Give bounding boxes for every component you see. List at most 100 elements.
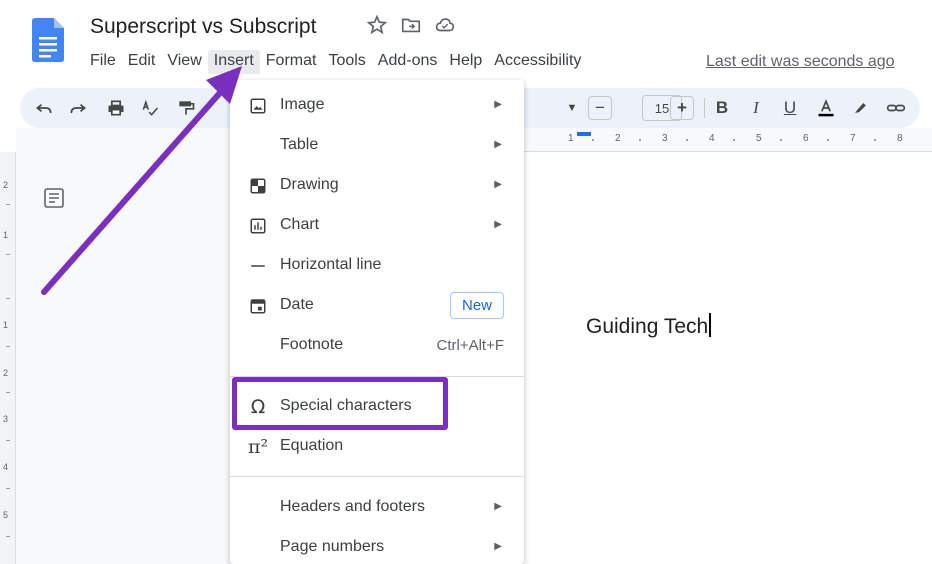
document-body-text[interactable]: Guiding Tech [586,313,712,339]
move-folder-icon[interactable] [400,14,422,36]
menu-item-label: Chart [280,216,320,233]
document-page[interactable] [520,152,932,564]
drawing-icon [248,176,268,196]
menu-item-image[interactable]: Image ▶ [230,86,524,126]
vruler-tick [6,392,10,393]
horizontal-line-icon [248,256,268,276]
vruler-tick [6,298,10,299]
ruler-indent-marker[interactable] [577,132,591,136]
italic-icon[interactable]: I [744,96,768,120]
vruler-number: 3 [3,414,9,424]
menu-item-label: Page numbers [280,538,385,555]
vertical-ruler: 2 1 1 2 3 4 5 [0,152,16,564]
annotation-highlight-box [232,377,448,430]
menu-help[interactable]: Help [443,50,488,74]
underline-icon[interactable]: U [778,96,802,120]
spellcheck-icon[interactable] [138,96,162,120]
menu-item-table[interactable]: Table ▶ [230,126,524,166]
vruler-tick [6,536,10,537]
ruler-number: 2 [615,133,621,144]
font-dropdown-arrow-icon[interactable]: ▼ [560,96,584,120]
menu-addons[interactable]: Add-ons [372,50,444,74]
ruler-dot [592,139,594,141]
vruler-number: 2 [3,368,9,378]
ruler-dot [874,139,876,141]
menu-item-drawing[interactable]: Drawing ▶ [230,166,524,206]
menu-bar: File Edit View Insert Format Tools Add-o… [84,50,587,74]
menu-item-page-numbers[interactable]: Page numbers ▶ [230,528,524,564]
increase-font-size-button[interactable]: + [670,96,694,120]
decrease-font-size-button[interactable]: − [588,96,612,120]
menu-format[interactable]: Format [260,50,323,74]
insert-menu-dropdown: Image ▶ Table ▶ Drawing ▶ Chart ▶ Horizo… [230,80,524,564]
ruler-number: 7 [850,133,856,144]
menu-item-label: Headers and footers [280,498,425,515]
menu-item-date[interactable]: Date New [230,286,524,326]
submenu-arrow-icon: ▶ [494,179,502,190]
vruler-tick [6,488,10,489]
submenu-arrow-icon: ▶ [494,541,502,552]
submenu-arrow-icon: ▶ [494,219,502,230]
menu-item-chart[interactable]: Chart ▶ [230,206,524,246]
ruler-number: 1 [568,133,574,144]
google-docs-logo-icon[interactable] [32,18,64,62]
menu-accessibility[interactable]: Accessibility [488,50,587,74]
text-cursor [709,313,712,337]
menu-edit[interactable]: Edit [122,50,162,74]
menu-item-label: Footnote [280,336,344,353]
menu-item-horizontal-line[interactable]: Horizontal line [230,246,524,286]
ruler-number: 6 [803,133,809,144]
ruler-number: 5 [756,133,762,144]
document-outline-icon[interactable] [42,186,66,210]
menu-item-footnote[interactable]: Footnote Ctrl+Alt+F [230,326,524,366]
vruler-tick [6,254,10,255]
pi-icon: π² [247,436,269,458]
highlight-color-icon[interactable] [848,96,872,120]
star-icon[interactable] [366,14,388,36]
text-color-icon[interactable] [814,96,838,120]
chart-icon [248,216,268,236]
calendar-icon [248,296,268,316]
last-edit-link[interactable]: Last edit was seconds ago [706,53,895,71]
undo-icon[interactable] [32,96,56,120]
menu-item-label: Horizontal line [280,256,382,273]
vruler-number: 5 [3,510,9,520]
menu-item-label: Image [280,96,325,113]
vruler-tick [6,204,10,205]
menu-item-label: Equation [280,437,344,454]
vruler-tick [6,346,10,347]
bold-icon[interactable]: B [710,96,734,120]
menu-item-label: Table [280,136,319,153]
menu-divider [230,476,524,477]
ruler-number: 3 [662,133,668,144]
menu-item-equation[interactable]: π² Equation [230,427,524,467]
new-badge: New [449,292,504,319]
ruler-dot [827,139,829,141]
menu-view[interactable]: View [161,50,207,74]
ruler-number: 8 [897,133,903,144]
insert-link-icon[interactable] [884,96,908,120]
menu-item-headers-and-footers[interactable]: Headers and footers ▶ [230,488,524,528]
print-icon[interactable] [104,96,128,120]
menu-file[interactable]: File [84,50,122,74]
ruler-dot [780,139,782,141]
vruler-number: 1 [3,320,9,330]
cloud-status-icon[interactable] [434,14,456,36]
document-title[interactable]: Superscript vs Subscript [90,15,316,39]
menu-insert[interactable]: Insert [207,50,260,74]
submenu-arrow-icon: ▶ [494,99,502,110]
ruler-dot [639,139,641,141]
vruler-number: 1 [3,230,9,240]
docs-header: Superscript vs Subscript File Edit View … [0,0,932,86]
vruler-number: 4 [3,462,9,472]
submenu-arrow-icon: ▶ [494,139,502,150]
menu-tools[interactable]: Tools [322,50,371,74]
redo-icon[interactable] [66,96,90,120]
menu-item-label: Drawing [280,176,339,193]
ruler-dot [733,139,735,141]
body-text-content: Guiding Tech [586,315,709,338]
paint-format-icon[interactable] [174,96,198,120]
horizontal-ruler: 1 2 3 4 5 6 7 8 [520,128,932,152]
vruler-tick [6,440,10,441]
keyboard-shortcut: Ctrl+Alt+F [436,337,504,354]
